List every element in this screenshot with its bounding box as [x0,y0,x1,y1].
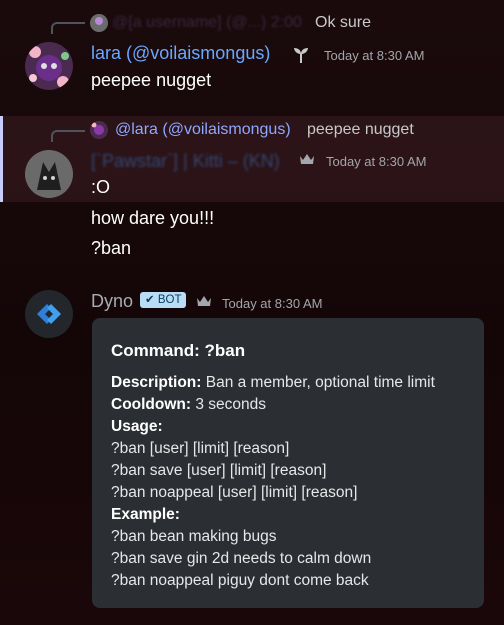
message-text: ?ban [91,238,132,258]
example-line: ?ban bean making bugs [111,528,277,545]
command-embed: Command: ?ban Description: Ban a member,… [92,318,484,608]
timestamp: Today at 8:30 AM [326,154,427,169]
reply-preview-text[interactable]: Ok sure [315,14,371,32]
bot-badge: ✔ BOT [140,292,187,308]
embed-usage-label: Usage: [111,418,163,435]
crown-icon [196,294,212,308]
message-text: :O [91,177,111,197]
usage-line: ?ban save [user] [limit] [reason] [111,462,327,479]
usage-line: ?ban noappeal [user] [limit] [reason] [111,484,358,501]
embed-example-label: Example: [111,506,180,523]
author-name[interactable]: lara (@voilaismongus) [91,43,270,64]
usage-line: ?ban [user] [limit] [reason] [111,440,290,457]
message-text: peepee nugget [91,70,212,90]
reply-avatar[interactable] [90,14,108,32]
dyno-avatar[interactable] [25,290,73,338]
embed-title: Command: ?ban [111,341,246,360]
embed-description: Description: Ban a member, optional time… [111,374,435,391]
avatar[interactable] [25,42,73,90]
message-text: how dare you!!! [91,208,215,228]
embed-cooldown: Cooldown: 3 seconds [111,396,267,413]
reply-avatar[interactable] [90,121,108,139]
reply-connector [51,130,85,142]
reply-connector [51,22,85,34]
timestamp: Today at 8:30 AM [324,48,425,63]
crown-icon [299,152,315,166]
reply-author-obscured: @[a username] (@...) 2:00 [112,14,302,31]
example-line: ?ban save gin 2d needs to calm down [111,550,372,567]
avatar[interactable] [25,150,73,198]
author-name-obscured[interactable]: [`Pawstar`] | Kitti – (KN) [91,151,280,172]
author-name[interactable]: Dyno [91,291,133,312]
reply-preview-text[interactable]: peepee nugget [307,121,414,139]
example-line: ?ban noappeal piguy dont come back [111,572,369,589]
timestamp: Today at 8:30 AM [222,296,323,311]
sprout-icon [290,44,312,64]
reply-mention[interactable]: @lara (@voilaismongus) [115,121,291,139]
